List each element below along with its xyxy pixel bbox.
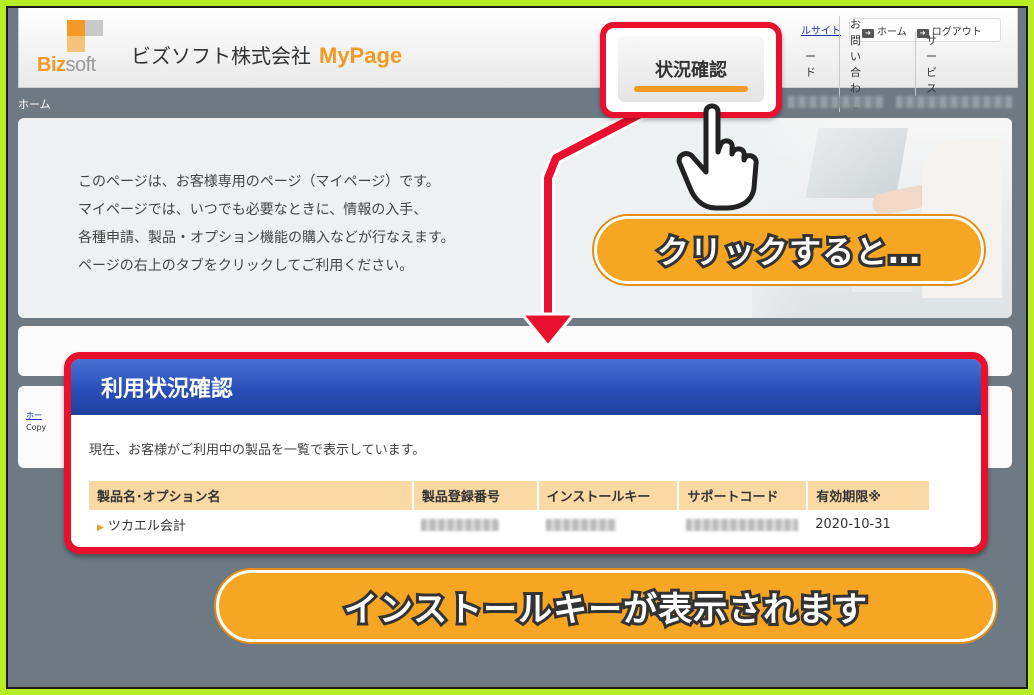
col-support-code: サポートコード: [678, 481, 809, 510]
usage-status-header: 利用状況確認: [71, 359, 981, 415]
blurred-value: [686, 518, 799, 531]
intro-line: マイページでは、いつでも必要なときに、情報の入手、: [78, 202, 428, 218]
install-key-callout-label: インストールキーが表示されます: [341, 587, 870, 633]
blurred-user-info: [896, 96, 1012, 108]
blurred-value: [420, 518, 499, 531]
footer-copyright: Copy: [26, 423, 47, 432]
company-title: ビズソフト株式会社 MyPage: [131, 40, 402, 69]
logo-soft: soft: [65, 54, 97, 76]
bizsoft-logo[interactable]: Bizsoft: [37, 14, 119, 76]
col-install-key: インストールキー: [537, 481, 680, 510]
intro-line: 各種申請、製品・オプション機能の購入などが行なえます。: [78, 230, 455, 246]
col-registration-number: 製品登録番号: [412, 481, 539, 510]
site-header: Bizsoft ビズソフト株式会社 MyPage ルサイト ➜ ホーム ➜ ログアウト…: [18, 8, 1018, 112]
intro-text: このページは、お客様専用のページ（マイページ）です。 マイページでは、いつでも必…: [78, 168, 455, 280]
cell-expiry: 2020-10-31: [815, 517, 891, 532]
logo-biz: Biz: [37, 54, 66, 76]
intro-line: このページは、お客様専用のページ（マイページ）です。: [78, 174, 440, 190]
footer-text: ホー Copy: [26, 410, 46, 434]
breadcrumb-home[interactable]: ホーム: [18, 98, 51, 111]
nav-tab-service[interactable]: サービス: [915, 32, 947, 96]
cell-product[interactable]: ▶ ツカエル会計: [89, 510, 413, 539]
portal-site-link[interactable]: ルサイト: [801, 22, 841, 37]
product-name: ツカエル会計: [107, 519, 186, 534]
logo-square-gray: [85, 20, 103, 36]
cell-install-key-blurred: [538, 510, 679, 539]
usage-status-description: 現在、お客様がご利用中の製品を一覧で表示しています。: [89, 443, 426, 458]
blurred-value: [545, 518, 616, 531]
home-link-label: ホーム: [877, 26, 907, 38]
photo-laptop: [805, 128, 909, 198]
table-row: ▶ ツカエル会計 2020-10-31: [89, 510, 930, 539]
logo-square-orange: [67, 20, 85, 36]
click-callout-label: クリックすると…: [654, 230, 923, 274]
logo-wordmark: Bizsoft: [37, 54, 96, 77]
breadcrumb: ホーム: [18, 96, 51, 112]
usage-status-callout: 利用状況確認 現在、お客様がご利用中の製品を一覧で表示しています。 製品名･オプ…: [64, 352, 988, 554]
company-name-text: ビズソフト株式会社: [131, 44, 311, 68]
logo-square-light: [67, 36, 85, 52]
nav-tab-code[interactable]: ード: [795, 48, 826, 80]
col-expiry: 有効期限※: [807, 481, 931, 510]
footer-home-link[interactable]: ホー: [26, 410, 46, 422]
product-table: 製品名･オプション名 製品登録番号 インストールキー サポートコード 有効期限※…: [89, 481, 931, 539]
cell-support-blurred: [678, 510, 807, 539]
triangle-right-icon: ▶: [97, 523, 104, 533]
cell-registration-blurred: [413, 510, 538, 539]
status-tab: 状況確認: [618, 36, 764, 102]
table-header-row: 製品名･オプション名 製品登録番号 インストールキー サポートコード 有効期限※: [89, 481, 931, 510]
usage-status-title: 利用状況確認: [101, 377, 234, 402]
mypage-label: MyPage: [319, 43, 403, 68]
col-product-name: 製品名･オプション名: [89, 481, 414, 510]
pointing-hand-icon: [676, 103, 759, 211]
screenshot-frame: Bizsoft ビズソフト株式会社 MyPage ルサイト ➜ ホーム ➜ ログアウト…: [6, 6, 1028, 689]
status-tab-underline: [634, 86, 748, 92]
status-tab-label: 状況確認: [655, 60, 727, 81]
blurred-user-info: [788, 96, 884, 108]
click-callout: クリックすると…: [594, 216, 984, 284]
intro-line: ページの右上のタブをクリックしてご利用ください。: [78, 258, 414, 274]
install-key-callout: インストールキーが表示されます: [216, 570, 996, 642]
